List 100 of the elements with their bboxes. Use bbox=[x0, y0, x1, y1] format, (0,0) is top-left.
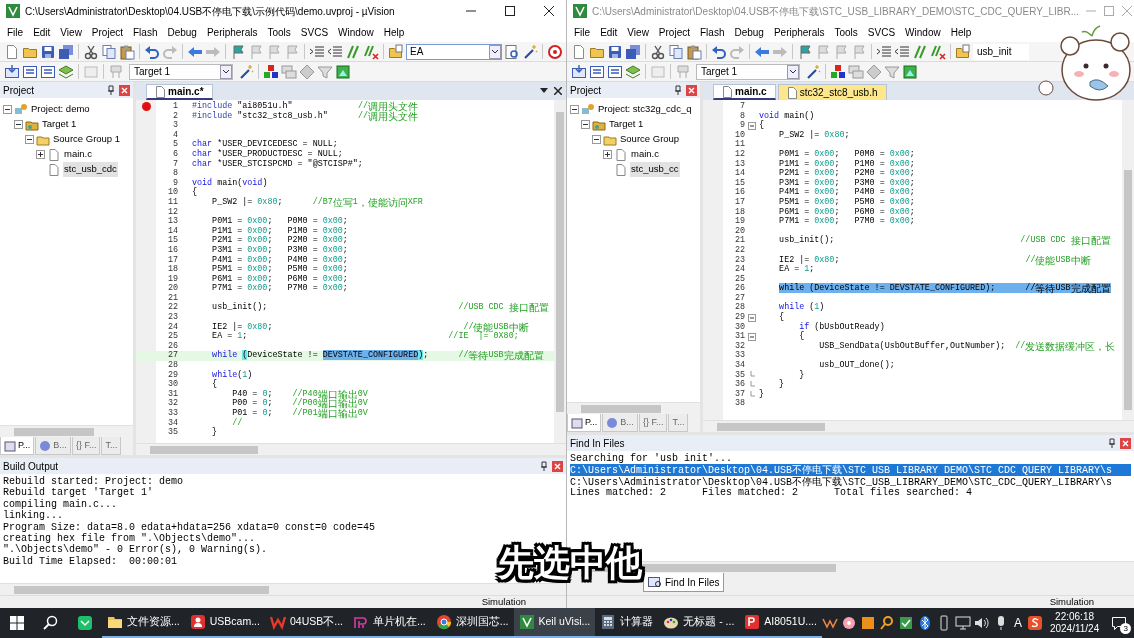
collapse-toggle-icon[interactable] bbox=[3, 105, 12, 114]
folder-search-icon[interactable] bbox=[955, 43, 971, 60]
save-all-icon[interactable] bbox=[625, 43, 641, 60]
comment-icon[interactable] bbox=[345, 43, 361, 60]
expand-toggle-icon[interactable] bbox=[36, 150, 45, 159]
chat-app-icon[interactable] bbox=[77, 615, 93, 631]
menu-item[interactable]: Edit bbox=[28, 24, 56, 40]
taskbar-app[interactable]: USBcam... bbox=[184, 608, 265, 638]
uncomment-icon[interactable] bbox=[930, 43, 946, 60]
menu-item[interactable]: Project bbox=[653, 24, 695, 40]
output-line[interactable]: Searching for 'usb init'... bbox=[570, 453, 1131, 465]
diamond-icon[interactable] bbox=[866, 63, 882, 80]
layers-icon[interactable] bbox=[625, 63, 641, 80]
collapse-toggle-icon[interactable] bbox=[592, 135, 601, 144]
menu-item[interactable]: Tools bbox=[262, 24, 296, 40]
blocks-icon[interactable] bbox=[830, 63, 846, 80]
collapse-toggle-icon[interactable] bbox=[581, 120, 590, 129]
menu-item[interactable]: Help bbox=[378, 24, 410, 40]
rebuild-icon[interactable] bbox=[589, 63, 605, 80]
menu-item[interactable]: Flash bbox=[128, 24, 163, 40]
save-icon[interactable] bbox=[607, 43, 623, 60]
search-combo[interactable]: EA bbox=[406, 43, 502, 60]
volume-icon[interactable] bbox=[973, 615, 990, 631]
output-line[interactable]: C:\Users\Administrator\Desktop\04.USB不停电下载\STC_USB_LIBRARY_DEMO\STC_CDC_QUERY_LIBRARY\s bbox=[570, 475, 1131, 488]
collapse-toggle-icon[interactable] bbox=[748, 122, 756, 130]
panel-tab[interactable]: {} F... bbox=[638, 414, 668, 432]
tree-item[interactable]: stc_usb_cdc bbox=[63, 162, 118, 177]
menu-item[interactable]: Project bbox=[86, 24, 128, 40]
wand-icon[interactable] bbox=[238, 63, 254, 80]
checkbox-icon[interactable] bbox=[897, 615, 914, 631]
tree-item[interactable]: stc_usb_cc bbox=[630, 162, 680, 177]
comment-icon[interactable] bbox=[912, 43, 928, 60]
tree-item[interactable]: Project: stc32g_cdc_q bbox=[597, 102, 693, 117]
search-icon[interactable] bbox=[43, 615, 59, 631]
paste-icon[interactable] bbox=[119, 43, 135, 60]
vertical-scrollbar[interactable] bbox=[554, 100, 566, 443]
tree-item[interactable]: Target 1 bbox=[608, 117, 645, 132]
menu-item[interactable]: SVCS bbox=[295, 24, 334, 40]
editor-tab[interactable]: main.c* bbox=[146, 84, 213, 100]
collapse-toggle-icon[interactable] bbox=[748, 333, 756, 342]
batch-build-icon[interactable] bbox=[607, 63, 623, 80]
menu-item[interactable]: Peripherals bbox=[768, 24, 830, 40]
copy-icon[interactable] bbox=[101, 43, 117, 60]
editor-tab[interactable]: stc32_stc8_usb.h bbox=[777, 84, 887, 100]
pin-icon[interactable] bbox=[674, 85, 682, 95]
flower-icon[interactable] bbox=[840, 615, 857, 631]
layers-icon[interactable] bbox=[58, 63, 74, 80]
editor-tab[interactable]: main.c bbox=[713, 84, 776, 100]
taskbar-app[interactable]: 单片机在... bbox=[348, 608, 431, 638]
code-editor[interactable] bbox=[136, 100, 554, 443]
taskbar-app[interactable]: 04USB不... bbox=[264, 608, 348, 638]
taskbar-app[interactable]: Keil uVisi... bbox=[513, 608, 596, 638]
close-icon[interactable] bbox=[554, 87, 562, 95]
find-page-icon[interactable] bbox=[504, 43, 520, 60]
collapse-toggle-icon[interactable] bbox=[25, 135, 34, 144]
dropdown-arrow-icon[interactable] bbox=[540, 88, 548, 94]
notification-icon[interactable] bbox=[1111, 615, 1128, 631]
tray-app-icon[interactable] bbox=[859, 615, 876, 631]
search-combo[interactable]: usb_init bbox=[973, 43, 1029, 60]
cut-icon[interactable] bbox=[650, 43, 666, 60]
debug-icon[interactable] bbox=[547, 43, 563, 60]
blocks-icon[interactable] bbox=[263, 63, 279, 80]
menu-item[interactable]: Flash bbox=[695, 24, 730, 40]
output-line[interactable]: Rebuild started: Project: demo bbox=[3, 476, 563, 488]
panel-tab[interactable]: B... bbox=[602, 414, 638, 432]
diamond-icon[interactable] bbox=[299, 63, 315, 80]
new-file-icon[interactable] bbox=[571, 43, 587, 60]
breakpoint-icon[interactable] bbox=[141, 102, 151, 112]
tree-item[interactable]: Source Group bbox=[619, 132, 681, 147]
panel-tab[interactable]: B... bbox=[35, 437, 71, 455]
panel-tab[interactable]: T... bbox=[668, 414, 689, 432]
pin-icon[interactable] bbox=[107, 85, 115, 95]
close-icon[interactable] bbox=[544, 6, 554, 16]
maximize-icon[interactable] bbox=[505, 6, 515, 16]
tree-item[interactable]: main.c bbox=[630, 147, 660, 162]
chip-icon[interactable] bbox=[335, 63, 351, 80]
input-method-indicator[interactable]: A bbox=[1011, 614, 1024, 632]
input-app-icon[interactable] bbox=[1026, 615, 1043, 631]
cut-icon[interactable] bbox=[83, 43, 99, 60]
build-icon[interactable] bbox=[4, 63, 20, 80]
bookmark-flag-icon[interactable] bbox=[230, 43, 246, 60]
expand-toggle-icon[interactable] bbox=[603, 150, 612, 159]
output-line[interactable]: linking... bbox=[3, 510, 563, 522]
indent-icon[interactable] bbox=[876, 43, 892, 60]
pin-icon[interactable] bbox=[1108, 438, 1116, 448]
vertical-scrollbar[interactable] bbox=[1122, 100, 1134, 420]
output-line[interactable]: Rebuild target 'Target 1' bbox=[3, 487, 563, 499]
build-icon[interactable] bbox=[571, 63, 587, 80]
undo-icon[interactable] bbox=[144, 43, 160, 60]
monitor-icon[interactable] bbox=[954, 615, 971, 631]
taskbar-app[interactable]: AI8051U.... bbox=[739, 608, 822, 638]
panel-tab[interactable]: {} F... bbox=[71, 437, 101, 455]
new-file-icon[interactable] bbox=[4, 43, 20, 60]
menu-item[interactable]: View bbox=[55, 24, 87, 40]
batch-build-icon[interactable] bbox=[40, 63, 56, 80]
target-dropdown[interactable]: Target 1 bbox=[129, 63, 233, 80]
tree-item[interactable]: Source Group 1 bbox=[52, 132, 122, 147]
pin-icon[interactable] bbox=[540, 461, 548, 471]
unindent-icon[interactable] bbox=[327, 43, 343, 60]
rebuild-icon[interactable] bbox=[22, 63, 38, 80]
